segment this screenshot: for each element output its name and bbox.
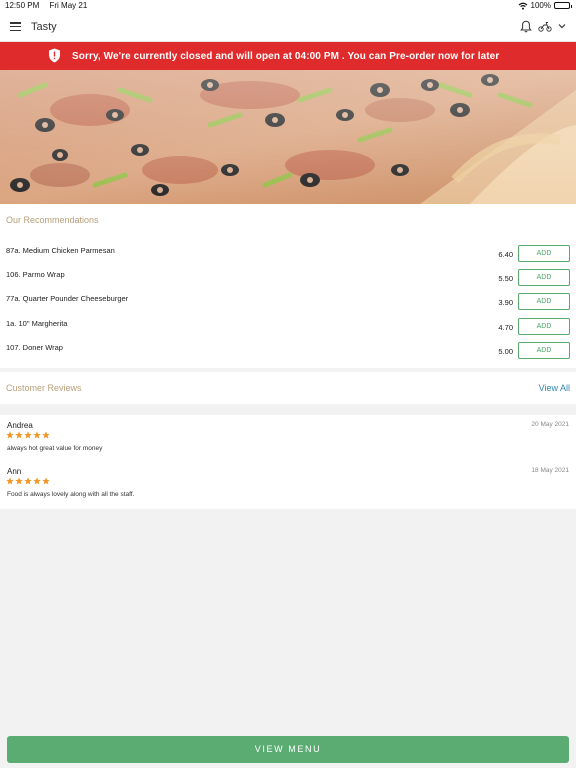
add-button[interactable]: ADD	[518, 342, 570, 359]
status-time: 12:50 PM	[5, 1, 40, 10]
chevron-down-icon[interactable]	[558, 23, 566, 29]
item-name: 87a. Medium Chicken Parmesan	[6, 246, 115, 255]
star-icon	[24, 431, 32, 439]
list-item: 107. Doner Wrap 5.00 ADD	[0, 342, 576, 366]
reviews-header: Customer Reviews View All	[0, 372, 576, 404]
star-icon	[6, 477, 14, 485]
item-price: 5.00	[498, 347, 513, 356]
star-icon	[15, 431, 23, 439]
view-menu-button[interactable]: VIEW MENU	[7, 736, 569, 763]
list-item: 106. Parmo Wrap 5.50 ADD	[0, 269, 576, 293]
hero-pizza-image	[0, 70, 576, 204]
review-date: 18 May 2021	[531, 467, 569, 474]
add-button[interactable]: ADD	[518, 318, 570, 335]
list-item: 87a. Medium Chicken Parmesan 6.40 ADD	[0, 245, 576, 269]
view-all-link[interactable]: View All	[539, 383, 570, 393]
item-price: 5.50	[498, 274, 513, 283]
review-date: 20 May 2021	[531, 421, 569, 428]
reviews-list: Andrea 20 May 2021 always hot great valu…	[0, 415, 576, 509]
recommendations-title: Our Recommendations	[6, 215, 99, 225]
review-item: Andrea 20 May 2021 always hot great valu…	[0, 415, 576, 460]
star-icon	[33, 477, 41, 485]
reviewer-name: Ann	[7, 467, 22, 476]
scooter-icon[interactable]	[538, 21, 552, 32]
battery-icon	[554, 2, 572, 9]
menu-icon[interactable]	[10, 22, 21, 32]
item-name: 107. Doner Wrap	[6, 343, 63, 352]
star-rating	[6, 477, 50, 485]
closed-banner: Sorry, We're currently closed and will o…	[0, 42, 576, 70]
list-item: 1a. 10" Margherita 4.70 ADD	[0, 318, 576, 342]
star-icon	[33, 431, 41, 439]
add-button[interactable]: ADD	[518, 245, 570, 262]
bell-icon[interactable]	[520, 20, 532, 33]
status-bar: 12:50 PM Fri May 21 100%	[0, 0, 576, 12]
star-icon	[6, 431, 14, 439]
review-text: Food is always lovely along with all the…	[7, 491, 135, 498]
reviewer-name: Andrea	[7, 421, 33, 430]
item-price: 3.90	[498, 298, 513, 307]
star-icon	[42, 477, 50, 485]
list-item: 77a. Quarter Pounder Cheeseburger 3.90 A…	[0, 293, 576, 317]
star-icon	[15, 477, 23, 485]
review-item: Ann 18 May 2021 Food is always lovely al…	[0, 461, 576, 506]
item-name: 1a. 10" Margherita	[6, 319, 68, 328]
app-bar: Tasty	[0, 12, 576, 42]
star-icon	[42, 431, 50, 439]
star-rating	[6, 431, 50, 439]
reviews-title: Customer Reviews	[6, 383, 82, 393]
app-title: Tasty	[31, 21, 57, 33]
review-text: always hot great value for money	[7, 445, 103, 452]
add-button[interactable]: ADD	[518, 293, 570, 310]
recommendations-section: Our Recommendations 87a. Medium Chicken …	[0, 204, 576, 368]
status-date: Fri May 21	[49, 1, 88, 10]
battery-percent: 100%	[530, 1, 551, 10]
item-price: 6.40	[498, 250, 513, 259]
star-icon	[24, 477, 32, 485]
item-name: 77a. Quarter Pounder Cheeseburger	[6, 294, 129, 303]
closed-message: Sorry, We're currently closed and will o…	[72, 51, 500, 62]
wifi-icon	[518, 2, 527, 10]
shield-alert-icon	[49, 48, 60, 63]
item-price: 4.70	[498, 323, 513, 332]
add-button[interactable]: ADD	[518, 269, 570, 286]
item-name: 106. Parmo Wrap	[6, 270, 65, 279]
